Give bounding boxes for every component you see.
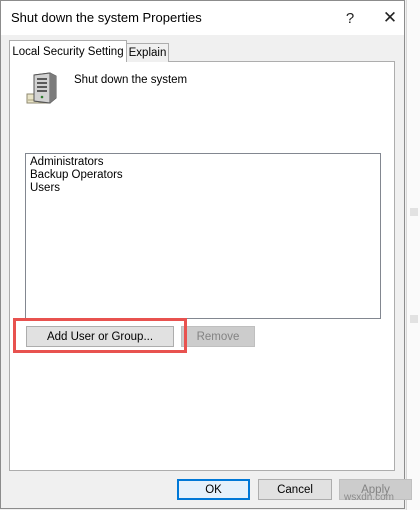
- help-icon: ?: [345, 9, 355, 27]
- screen: Shut down the system Properties ? ✕ Loca…: [0, 0, 420, 510]
- properties-dialog: Shut down the system Properties ? ✕ Loca…: [0, 0, 412, 509]
- close-button[interactable]: ✕: [369, 1, 411, 35]
- tab-label: Local Security Setting: [12, 45, 124, 58]
- list-item-administrators[interactable]: Administrators: [29, 156, 377, 169]
- list-item-backup-operators[interactable]: Backup Operators: [29, 169, 377, 182]
- watermark: wsxdn.com: [344, 492, 395, 503]
- help-button[interactable]: ?: [329, 1, 371, 35]
- add-user-or-group-button[interactable]: Add User or Group...: [26, 326, 174, 347]
- background-decoration: [410, 315, 418, 323]
- background-decoration: [410, 208, 418, 216]
- close-icon: ✕: [382, 8, 398, 27]
- policy-name: Shut down the system: [74, 74, 188, 86]
- tab-explain[interactable]: Explain: [126, 43, 169, 62]
- list-item-users[interactable]: Users: [29, 182, 377, 195]
- window-title: Shut down the system Properties: [11, 10, 202, 25]
- tab-local-security-setting[interactable]: Local Security Setting: [9, 40, 127, 62]
- server-icon: [26, 72, 57, 104]
- ok-button[interactable]: OK: [177, 479, 250, 500]
- background-window-edge: [406, 0, 420, 510]
- tab-label: Explain: [128, 47, 167, 59]
- title-bar[interactable]: Shut down the system Properties ? ✕: [1, 1, 404, 35]
- members-list[interactable]: Administrators Backup Operators Users: [25, 153, 381, 319]
- cancel-button[interactable]: Cancel: [258, 479, 332, 500]
- remove-button[interactable]: Remove: [181, 326, 255, 347]
